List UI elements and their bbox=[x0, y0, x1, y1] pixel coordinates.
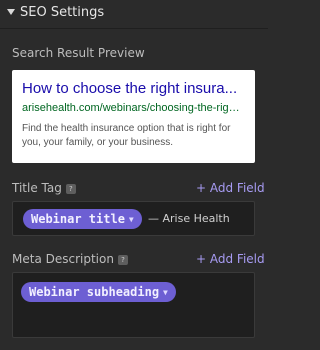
header-divider bbox=[0, 28, 268, 29]
chevron-down-icon[interactable] bbox=[7, 9, 15, 15]
preview-url: arisehealth.com/webinars/choosing-the-ri… bbox=[22, 102, 245, 114]
preview-section-label: Search Result Preview bbox=[12, 46, 145, 60]
title-tag-label-row: Title Tag? bbox=[12, 181, 76, 195]
chevron-down-icon[interactable]: ▼ bbox=[163, 283, 168, 303]
subheading-token[interactable]: Webinar subheading ▼ bbox=[21, 282, 176, 302]
title-tag-add-field-button[interactable]: + Add Field bbox=[196, 181, 265, 195]
help-icon[interactable]: ? bbox=[65, 183, 76, 194]
title-token-label: Webinar title bbox=[31, 212, 125, 226]
title-tag-suffix: — Arise Health bbox=[148, 212, 230, 225]
seo-settings-header[interactable]: SEO Settings bbox=[0, 0, 268, 27]
preview-description: Find the health insurance option that is… bbox=[22, 123, 231, 148]
title-tag-label: Title Tag bbox=[12, 181, 62, 195]
search-result-preview: How to choose the right insura... ariseh… bbox=[12, 70, 255, 163]
meta-description-add-field-button[interactable]: + Add Field bbox=[196, 252, 265, 266]
meta-description-label-row: Meta Description? bbox=[12, 252, 128, 266]
meta-description-field[interactable]: Webinar subheading ▼ bbox=[12, 272, 255, 338]
chevron-down-icon[interactable]: ▼ bbox=[129, 210, 134, 230]
subheading-token-label: Webinar subheading bbox=[29, 285, 160, 299]
preview-title: How to choose the right insura... bbox=[22, 80, 238, 97]
meta-description-label: Meta Description bbox=[12, 252, 114, 266]
title-tag-field[interactable]: Webinar title ▼ — Arise Health bbox=[12, 201, 255, 236]
panel-title: SEO Settings bbox=[20, 5, 105, 20]
title-token[interactable]: Webinar title ▼ bbox=[23, 209, 142, 229]
help-icon[interactable]: ? bbox=[117, 254, 128, 265]
